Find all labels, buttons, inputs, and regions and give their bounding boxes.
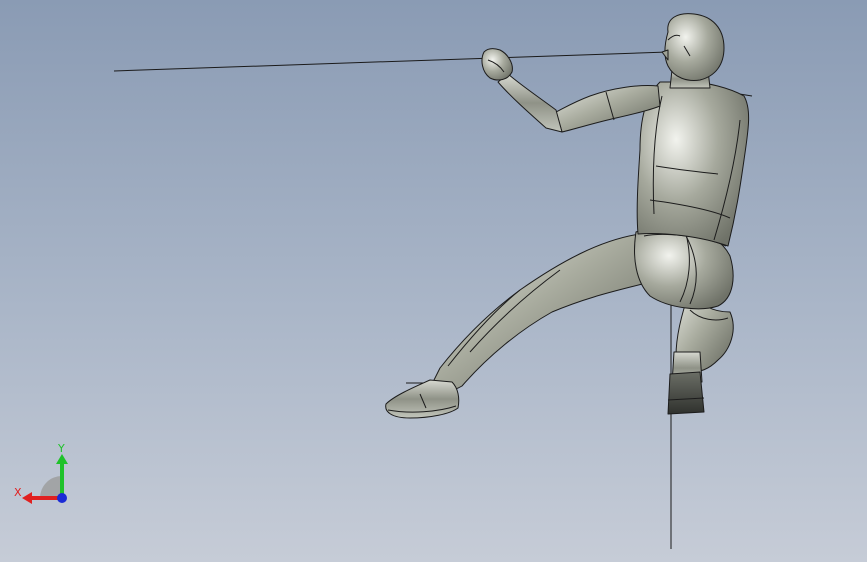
- extended-thigh[interactable]: [431, 233, 651, 391]
- y-axis-label: Y: [57, 442, 65, 455]
- rope-line-horizontal: [113, 51, 669, 72]
- forearm[interactable]: [497, 73, 563, 133]
- bent-shoe[interactable]: [667, 371, 705, 415]
- z-axis-dot: [57, 493, 67, 503]
- view-orientation-triad: X Y: [14, 442, 68, 504]
- y-axis-arrowhead-icon: [56, 454, 68, 464]
- human-figure-model[interactable]: [385, 13, 750, 419]
- x-axis-arrowhead-icon: [22, 492, 32, 504]
- x-axis-label: X: [14, 486, 22, 499]
- graphics-viewport[interactable]: X Y: [0, 0, 867, 562]
- model-scene[interactable]: [0, 0, 867, 562]
- head[interactable]: [664, 13, 725, 81]
